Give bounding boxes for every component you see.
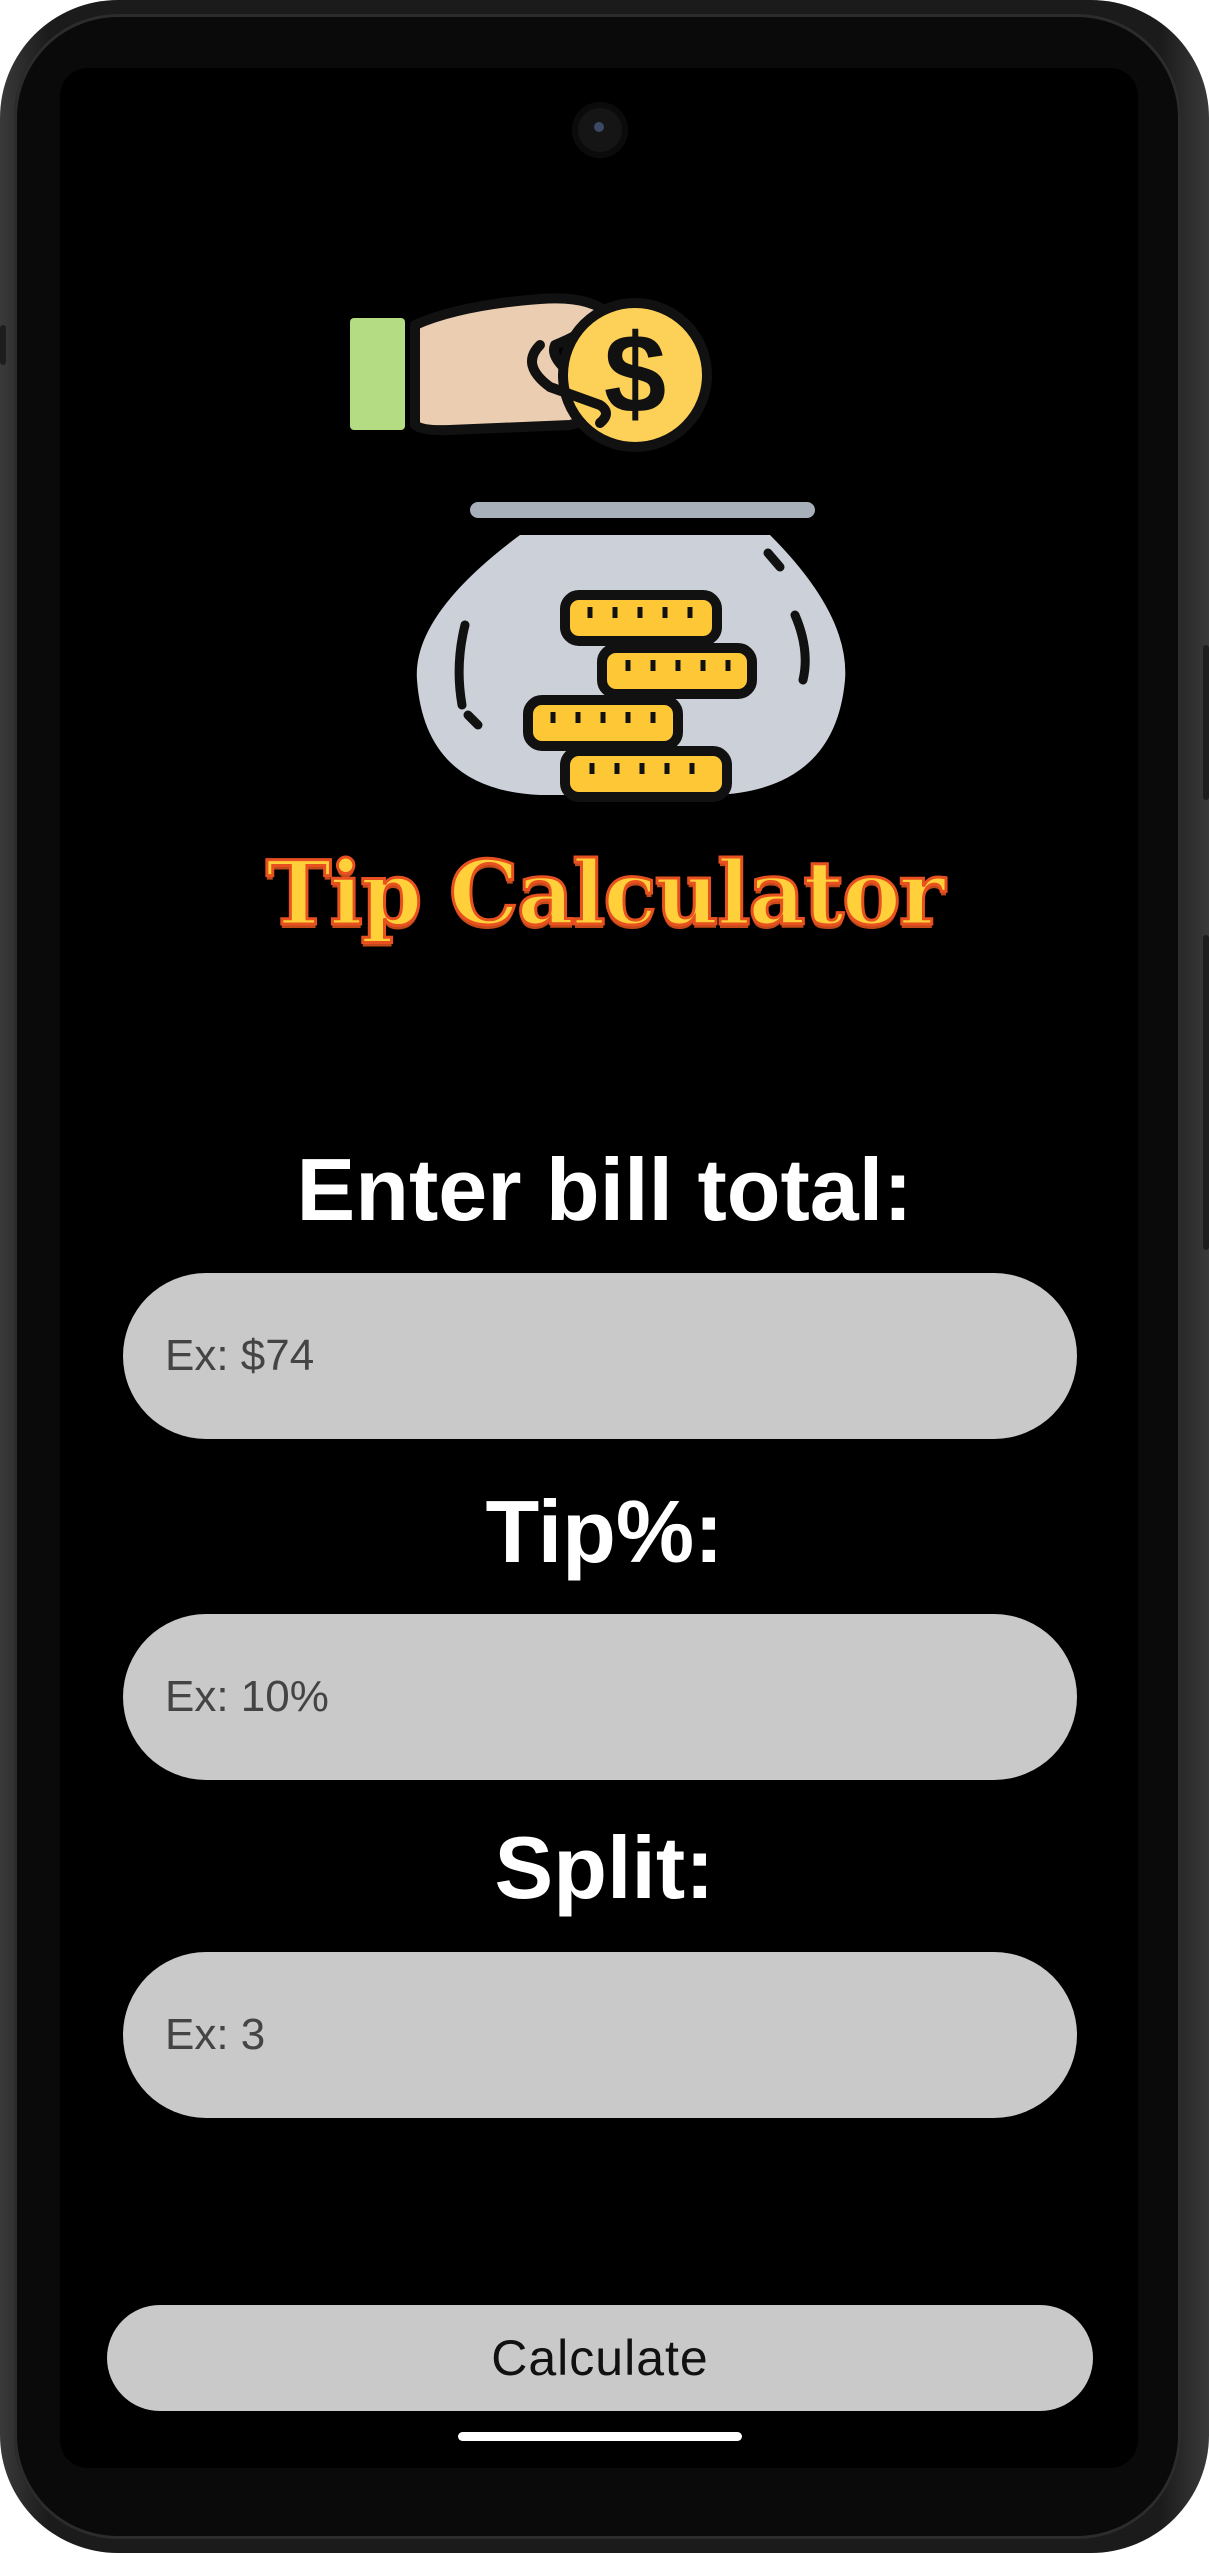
calculate-button[interactable]: Calculate [107, 2305, 1093, 2411]
svg-text:$: $ [604, 311, 666, 436]
split-input[interactable] [123, 1952, 1077, 2118]
home-indicator[interactable] [458, 2432, 742, 2441]
tip-percent-label: Tip%: [485, 1482, 724, 1581]
side-edge [0, 325, 6, 365]
split-label: Split: [494, 1818, 715, 1917]
power-button [1203, 645, 1209, 800]
bill-total-label: Enter bill total: [296, 1140, 913, 1239]
tip-jar-hand-coin-icon: $ [350, 293, 846, 802]
tip-percent-input[interactable] [123, 1614, 1077, 1780]
app-title: Tip Calculator [264, 840, 946, 947]
camera-icon [572, 102, 628, 158]
bill-total-input[interactable] [123, 1273, 1077, 1439]
